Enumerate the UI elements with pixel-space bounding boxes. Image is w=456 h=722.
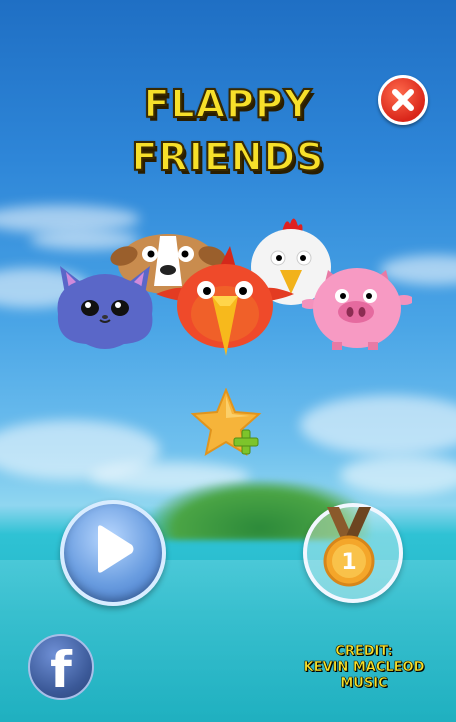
close-icon (392, 89, 414, 111)
credit-line2: KEVIN MACLEOD (303, 660, 425, 676)
cloud (340, 455, 456, 495)
play-icon (98, 525, 134, 573)
play-button[interactable] (60, 500, 166, 606)
close-button[interactable] (378, 75, 428, 125)
cat-character (57, 266, 153, 349)
credit-line1: CREDIT: (335, 644, 393, 660)
cloud (300, 395, 456, 455)
medal-rank: 1 (341, 550, 356, 575)
pig-character (302, 268, 412, 350)
star-plus-button[interactable] (190, 387, 268, 460)
leaderboard-button[interactable]: 1 (303, 503, 403, 603)
bird-character (156, 246, 294, 356)
game-title-line2: FRIENDS (130, 134, 325, 180)
facebook-icon: f (50, 641, 72, 699)
credit-line3: MUSIC (340, 676, 388, 692)
star-plus-icon (190, 387, 262, 457)
medal-icon: 1 (323, 507, 375, 587)
game-screen: FLAPPY FRIENDS 1 f CREDIT: KEVIN MACLEOD… (0, 0, 456, 722)
facebook-button[interactable]: f (28, 634, 94, 700)
credit-text: CREDIT: KEVIN MACLEOD MUSIC (296, 644, 432, 692)
